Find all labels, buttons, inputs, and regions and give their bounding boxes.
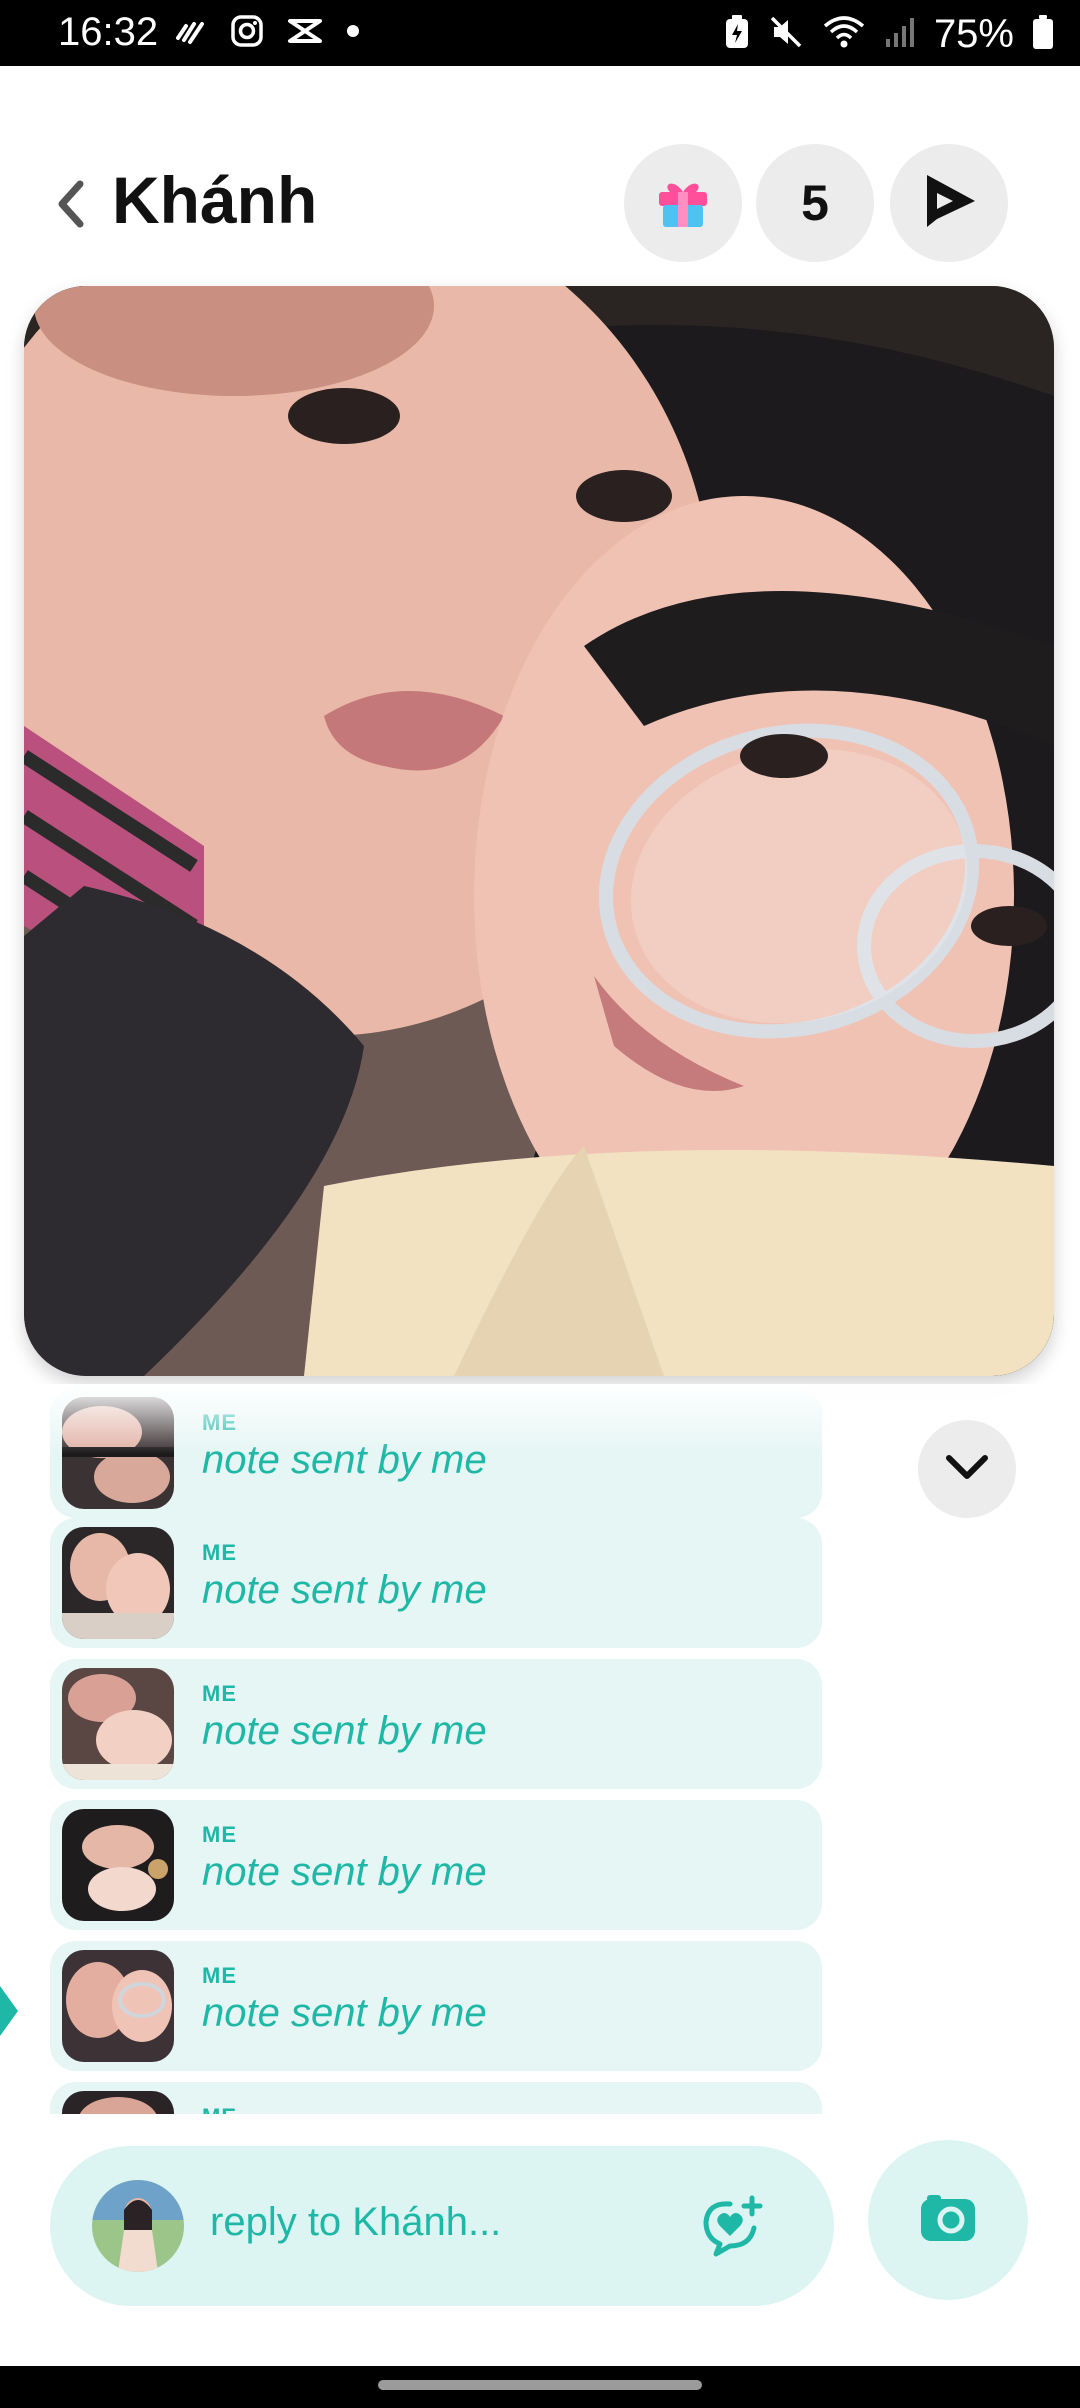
battery-percent: 75% bbox=[933, 12, 1014, 56]
scroll-down-button[interactable] bbox=[918, 1420, 1016, 1518]
reply-input-bar[interactable]: reply to Khánh... bbox=[50, 2146, 834, 2306]
dot-icon bbox=[346, 24, 360, 43]
note-author: ME bbox=[202, 1822, 237, 1847]
streak-count-button[interactable]: 5 bbox=[756, 144, 874, 262]
note-item[interactable]: ME note sent by me bbox=[50, 1388, 822, 1518]
note-author: ME bbox=[202, 1540, 237, 1565]
note-text: note sent by me bbox=[202, 1438, 487, 1482]
avatar bbox=[92, 2180, 184, 2272]
note-author: ME bbox=[202, 2104, 237, 2114]
shared-photo[interactable] bbox=[24, 286, 1054, 1376]
note-thumbnail bbox=[62, 1397, 174, 1509]
camera-button[interactable] bbox=[868, 2140, 1028, 2300]
selfie-photo-illustration bbox=[24, 286, 1054, 1376]
chat-header: Khánh 5 bbox=[0, 140, 1080, 264]
heart-plus-icon bbox=[700, 2195, 766, 2262]
note-thumbnail bbox=[62, 1527, 174, 1639]
note-text: note sent by me bbox=[202, 1568, 487, 1612]
note-thumbnail bbox=[62, 1809, 174, 1921]
reply-placeholder: reply to Khánh... bbox=[210, 2200, 502, 2244]
note-thumbnail bbox=[62, 1950, 174, 2062]
activity-icon bbox=[174, 16, 208, 51]
back-button[interactable] bbox=[50, 176, 90, 232]
status-time: 16:32 bbox=[58, 10, 159, 54]
add-reaction-button[interactable] bbox=[700, 2192, 766, 2258]
note-author: ME bbox=[202, 1963, 237, 1988]
note-text: note sent by me bbox=[202, 1850, 487, 1894]
wifi-icon bbox=[822, 14, 866, 55]
instagram-icon bbox=[230, 14, 264, 53]
page-title: Khánh bbox=[112, 163, 318, 237]
status-bar: 16:32 75% bbox=[0, 0, 1080, 66]
play-button[interactable] bbox=[890, 144, 1008, 262]
chevron-down-icon bbox=[944, 1452, 990, 1487]
play-icon bbox=[921, 173, 977, 234]
system-nav-bar bbox=[0, 2366, 1080, 2408]
note-text: note sent by me bbox=[202, 1709, 487, 1753]
note-author: ME bbox=[202, 1410, 237, 1435]
note-thumbnail bbox=[62, 1668, 174, 1780]
gift-button[interactable] bbox=[624, 144, 742, 262]
battery-saver-icon bbox=[724, 14, 750, 55]
streak-count: 5 bbox=[801, 175, 829, 231]
current-note-indicator bbox=[0, 1986, 18, 2036]
note-text: note sent by me bbox=[202, 1991, 487, 2035]
note-item[interactable]: ME note sent by me bbox=[50, 1800, 822, 1930]
status-right-icons: 75% bbox=[724, 12, 1054, 57]
notes-list[interactable]: ME note sent by me ME note sent by me ME… bbox=[0, 1384, 1080, 2114]
mute-icon bbox=[768, 14, 804, 55]
camera-icon bbox=[919, 2193, 977, 2248]
status-left-icons bbox=[174, 14, 360, 53]
note-item[interactable]: ME note sent by me bbox=[50, 1941, 822, 2071]
gift-icon bbox=[652, 170, 714, 237]
note-thumbnail bbox=[62, 2091, 174, 2114]
capcut-icon bbox=[286, 15, 324, 52]
note-author: ME bbox=[202, 1681, 237, 1706]
battery-icon bbox=[1032, 14, 1054, 55]
note-item[interactable]: ME note sent by me bbox=[50, 1659, 822, 1789]
home-gesture-handle[interactable] bbox=[378, 2380, 702, 2390]
note-item[interactable]: ME note sent by me bbox=[50, 1518, 822, 1648]
signal-icon bbox=[884, 15, 916, 54]
note-item[interactable]: ME bbox=[50, 2082, 822, 2114]
back-icon bbox=[50, 180, 90, 236]
